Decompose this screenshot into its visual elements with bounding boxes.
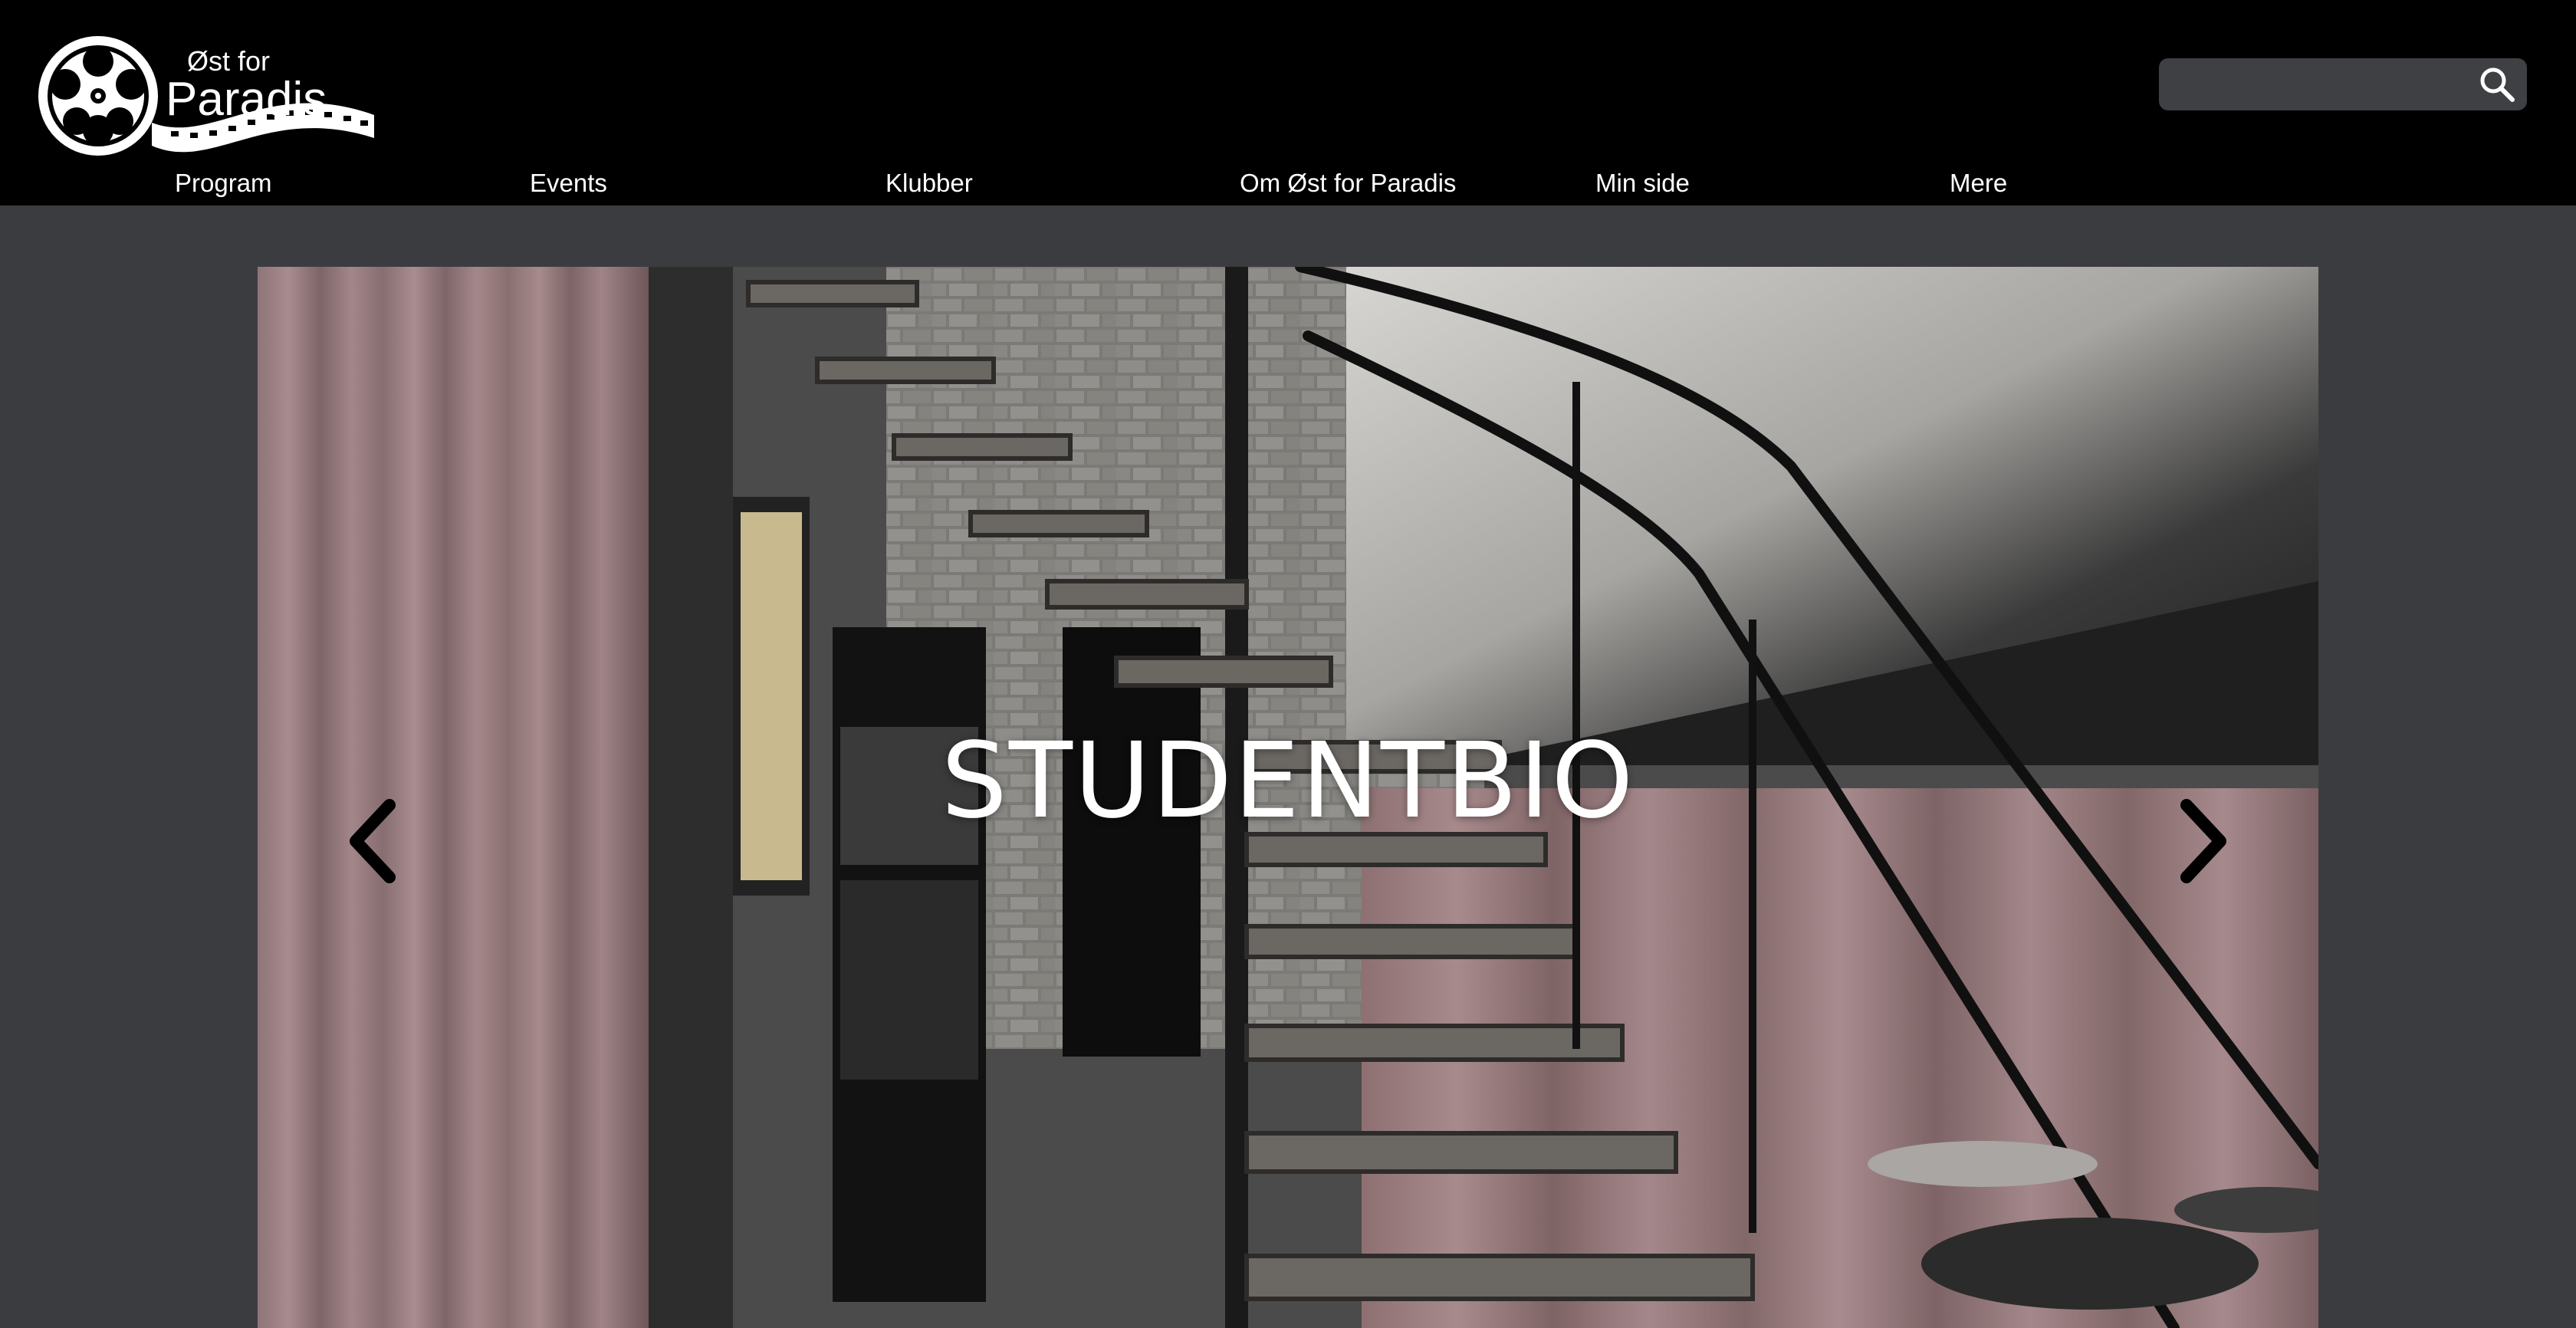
- nav-events[interactable]: Events: [530, 161, 607, 205]
- search-icon[interactable]: [2478, 65, 2516, 104]
- film-reel-logo: Øst for Paradis: [38, 36, 374, 156]
- site-header: Øst for Paradis Program Events Klubber O…: [0, 0, 2576, 205]
- search-input[interactable]: [2174, 58, 2469, 112]
- main-nav: Program Events Klubber Om Øst for Paradi…: [0, 161, 2576, 205]
- logo-text-line1: Øst for: [187, 45, 270, 77]
- nav-program[interactable]: Program: [175, 161, 272, 205]
- hero-title[interactable]: STUDENTBIO: [0, 721, 2576, 842]
- nav-min-side[interactable]: Min side: [1595, 161, 1690, 205]
- search-box: [2159, 58, 2527, 112]
- nav-klubber[interactable]: Klubber: [886, 161, 973, 205]
- nav-om-ost-for-paradis[interactable]: Om Øst for Paradis: [1240, 161, 1456, 205]
- nav-mere[interactable]: Mere: [1950, 161, 2007, 205]
- site-logo[interactable]: Øst for Paradis: [37, 31, 382, 161]
- logo-text-line2: Paradis: [166, 73, 327, 126]
